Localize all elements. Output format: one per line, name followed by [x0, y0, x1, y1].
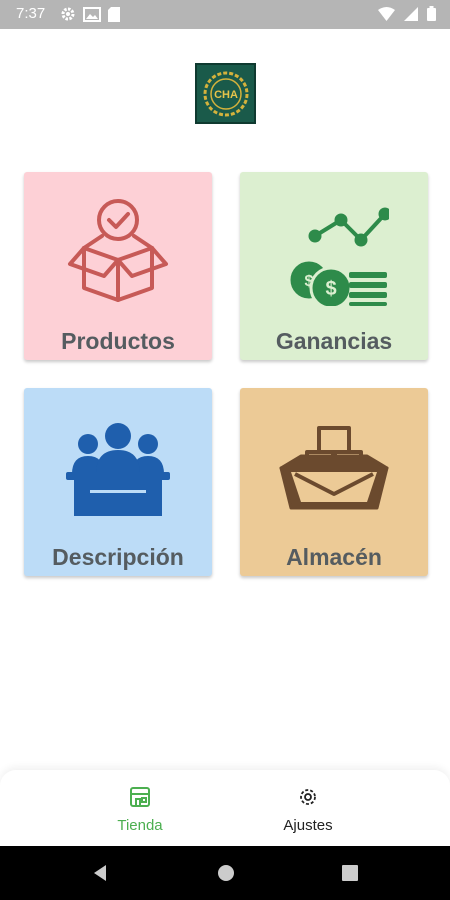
- svg-text:$: $: [325, 278, 336, 300]
- svg-text:$: $: [305, 273, 314, 290]
- almacen-card[interactable]: Almacén: [240, 388, 428, 576]
- descripcion-label: Descripción: [52, 544, 184, 570]
- productos-card[interactable]: Productos: [24, 172, 212, 360]
- wifi-icon: [378, 6, 395, 21]
- system-navigation-bar: [0, 846, 450, 900]
- almacen-label: Almacén: [286, 544, 382, 570]
- nav-label-ajustes: Ajustes: [283, 817, 333, 834]
- store-icon: [130, 787, 150, 807]
- warehouse-crate-icon: [279, 426, 389, 510]
- nav-item-tienda[interactable]: Tienda: [90, 786, 190, 834]
- bottom-navigation: Tienda Ajustes: [0, 770, 450, 846]
- ganancias-label: Ganancias: [275, 328, 393, 354]
- productos-label: Productos: [61, 328, 175, 354]
- image-notification-icon: [83, 6, 101, 22]
- nav-item-ajustes[interactable]: Ajustes: [258, 786, 358, 834]
- descripcion-card[interactable]: Descripción: [24, 388, 212, 576]
- home-icon[interactable]: [216, 863, 236, 883]
- gear-icon: [300, 789, 316, 805]
- team-box-icon: [66, 423, 170, 516]
- sd-card-icon: [108, 6, 120, 22]
- settings-notification-icon: [61, 7, 75, 21]
- logo-text: CHA: [214, 89, 238, 101]
- ganancias-card[interactable]: $ $ Ganancias: [240, 172, 428, 360]
- recents-icon[interactable]: [340, 863, 360, 883]
- growth-money-icon: $ $: [290, 207, 389, 306]
- box-check-icon: [68, 199, 168, 302]
- status-time: 7:37: [16, 5, 46, 22]
- status-bar: 7:37: [0, 0, 450, 29]
- signal-icon: [404, 6, 418, 21]
- battery-icon: [427, 6, 436, 21]
- back-icon[interactable]: [90, 863, 110, 883]
- nav-label-tienda: Tienda: [117, 817, 163, 834]
- app-logo: CHA: [195, 63, 256, 124]
